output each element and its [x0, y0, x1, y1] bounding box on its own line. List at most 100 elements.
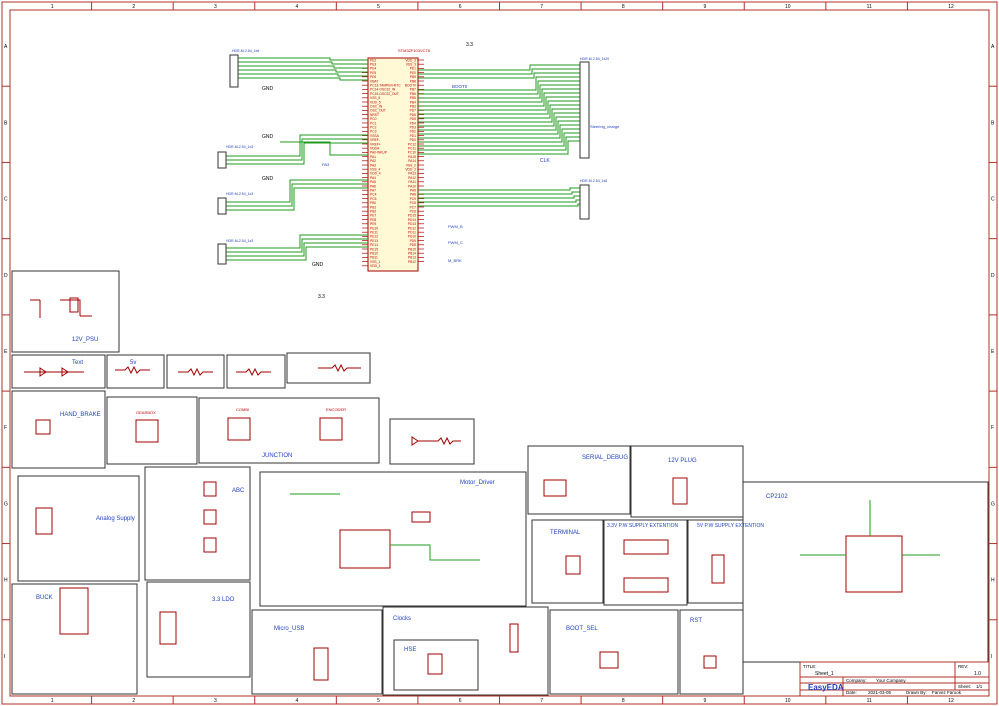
- grid-row-B: B: [4, 120, 8, 126]
- block-abc: ABC: [144, 466, 251, 581]
- row-markers: A A B B C C D D E E F F G G H H I I: [2, 44, 997, 660]
- grid-col-bottom-10: 10: [785, 698, 791, 704]
- schematic-sheet: 112233445566778899101011111212 A AB BC CD DE…: [1, 1, 998, 705]
- block-cp2102-title: CP2102: [766, 494, 788, 500]
- grid-col-bottom-8: 8: [622, 698, 625, 704]
- label-3v3-top: 3.3: [466, 42, 473, 48]
- block-3v3-supply-ext: 3.3V P.W SUPPLY EXTENTION: [603, 519, 688, 606]
- block-gearbox: GEARBOX: [106, 396, 198, 465]
- grid-col-bottom-7: 7: [540, 698, 543, 704]
- mcu-stm32[interactable]: STM32F103VCT6 PE2PE3PE4PE5PE6VBATPC13-TA…: [362, 48, 431, 272]
- grid-col-2: 2: [132, 4, 135, 10]
- block-combi-title: COMBI: [236, 407, 249, 412]
- drawn-value: Farvez Farook: [932, 690, 962, 695]
- header-h3-label: HDR-M-2.54_1x3: [226, 145, 253, 149]
- grid-row-right-A: A: [991, 44, 995, 50]
- block-5v: 5v: [106, 354, 165, 389]
- grid-row-I: I: [4, 654, 5, 660]
- label-boot0: BOOT0: [452, 84, 468, 89]
- grid-col-3: 3: [214, 4, 217, 10]
- block-text-title: Text: [72, 360, 83, 366]
- block-ldo-title: 3.3 LDO: [212, 597, 235, 603]
- mcu-pin-right: PB12: [408, 260, 416, 264]
- grid-row-D: D: [4, 273, 8, 279]
- grid-col-4: 4: [296, 4, 299, 10]
- wire-bundle-left-top: [238, 57, 368, 81]
- grid-col-bottom-11: 11: [867, 698, 872, 704]
- rev-label: REV:: [958, 664, 968, 669]
- block-terminal: TERMINAL: [531, 519, 604, 604]
- block-cp2102: CP2102: [742, 481, 989, 663]
- title-block: TITLE: Sheet_1 REV: 1.0 Company: Your Co…: [799, 661, 990, 697]
- grid-col-12: 12: [948, 4, 954, 10]
- header-h5-label: HDR-M-2.54_1x3: [226, 239, 253, 243]
- drawn-label: Drawn By:: [906, 690, 927, 695]
- block-clocks: Clocks HSE: [382, 606, 549, 696]
- grid-row-H: H: [4, 578, 8, 584]
- block-terminal-title: TERMINAL: [550, 530, 581, 536]
- block-micro-usb: Micro_USB: [251, 609, 383, 695]
- inner-frame: [9, 9, 990, 697]
- grid-col-bottom-9: 9: [703, 698, 706, 704]
- grid-row-G: G: [4, 501, 8, 507]
- block-analog-title: Analog Supply: [96, 516, 135, 522]
- header-h4[interactable]: HDR-M-2.54_1x3: [217, 192, 253, 215]
- block-psu-title: 12V_PSU: [72, 337, 98, 343]
- header-h6-label: HDR-M-2.54_1x8: [580, 179, 607, 183]
- block-5v-title: 5v: [130, 360, 136, 366]
- grid-col-bottom-1: 1: [51, 698, 54, 704]
- block-sup5-title: 5V P.W SUPPLY EXTENTION: [697, 523, 764, 529]
- column-markers: 112233445566778899101011111212: [51, 2, 954, 704]
- grid-col-bottom-4: 4: [296, 698, 299, 704]
- grid-row-E: E: [4, 349, 8, 355]
- rev-value: 1.0: [974, 671, 981, 677]
- header-h6[interactable]: HDR-M-2.54_1x8: [579, 179, 607, 220]
- header-h2[interactable]: HDR-M-2.54_1x20: [579, 57, 609, 159]
- grid-row-right-D: D: [991, 273, 995, 279]
- grid-col-7: 7: [540, 4, 543, 10]
- label-m-brk: M_BRK: [448, 258, 462, 263]
- block-motor-title: Motor_Driver: [460, 480, 495, 486]
- block-hse-title: HSE: [404, 647, 416, 653]
- grid-row-C: C: [4, 197, 8, 203]
- header-h2-label: HDR-M-2.54_1x20: [580, 57, 609, 61]
- block-usb-title: Micro_USB: [274, 626, 304, 632]
- easyeda-logo: EasyEDA: [808, 683, 844, 692]
- block-plug-title: 12V PLUG: [668, 458, 697, 464]
- block-serial-title: SERIAL_DEBUG: [582, 455, 628, 461]
- company-label: Company:: [846, 678, 867, 683]
- block-hand-title: HAND_BRAKE: [60, 412, 101, 418]
- title-value: Sheet_1: [815, 671, 834, 677]
- mcu-pin-left: VDD_1: [370, 264, 381, 268]
- label-gnd-1: GND: [262, 86, 274, 92]
- block-sup33-title: 3.3V P.W SUPPLY EXTENTION: [607, 523, 679, 529]
- block-buck-title: BUCK: [36, 595, 53, 601]
- block-buck: BUCK: [11, 583, 138, 695]
- grid-col-bottom-2: 2: [132, 698, 135, 704]
- grid-col-1: 1: [51, 4, 54, 10]
- grid-col-bottom-3: 3: [214, 698, 217, 704]
- block-encoder-title: ENCODER: [326, 407, 346, 412]
- grid-col-9: 9: [703, 4, 706, 10]
- grid-row-right-F: F: [991, 425, 994, 431]
- grid-row-A: A: [4, 44, 8, 50]
- block-rst: RST: [679, 609, 744, 695]
- block-motor-driver: Motor_Driver: [259, 471, 527, 607]
- block-serial-debug: SERIAL_DEBUG: [527, 445, 631, 515]
- grid-col-8: 8: [622, 4, 625, 10]
- header-h1[interactable]: HDR-M-2.54_1x6: [229, 49, 259, 88]
- grid-col-5: 5: [377, 4, 380, 10]
- block-3v3-ldo: 3.3 LDO: [146, 581, 251, 678]
- block-rst-title: RST: [690, 618, 702, 624]
- date-label: Date:: [846, 690, 857, 695]
- header-h4-label: HDR-M-2.54_1x3: [226, 192, 253, 196]
- block-clocks-title: Clocks: [393, 616, 411, 622]
- outer-frame: [1, 1, 998, 705]
- grid-col-10: 10: [785, 4, 791, 10]
- block-text: Text: [11, 354, 106, 389]
- label-pwm-c: PWM_C: [448, 240, 463, 245]
- label-gnd-2: GND: [262, 134, 274, 140]
- grid-col-6: 6: [459, 4, 462, 10]
- grid-col-11: 11: [867, 4, 872, 10]
- grid-row-right-H: H: [991, 578, 995, 584]
